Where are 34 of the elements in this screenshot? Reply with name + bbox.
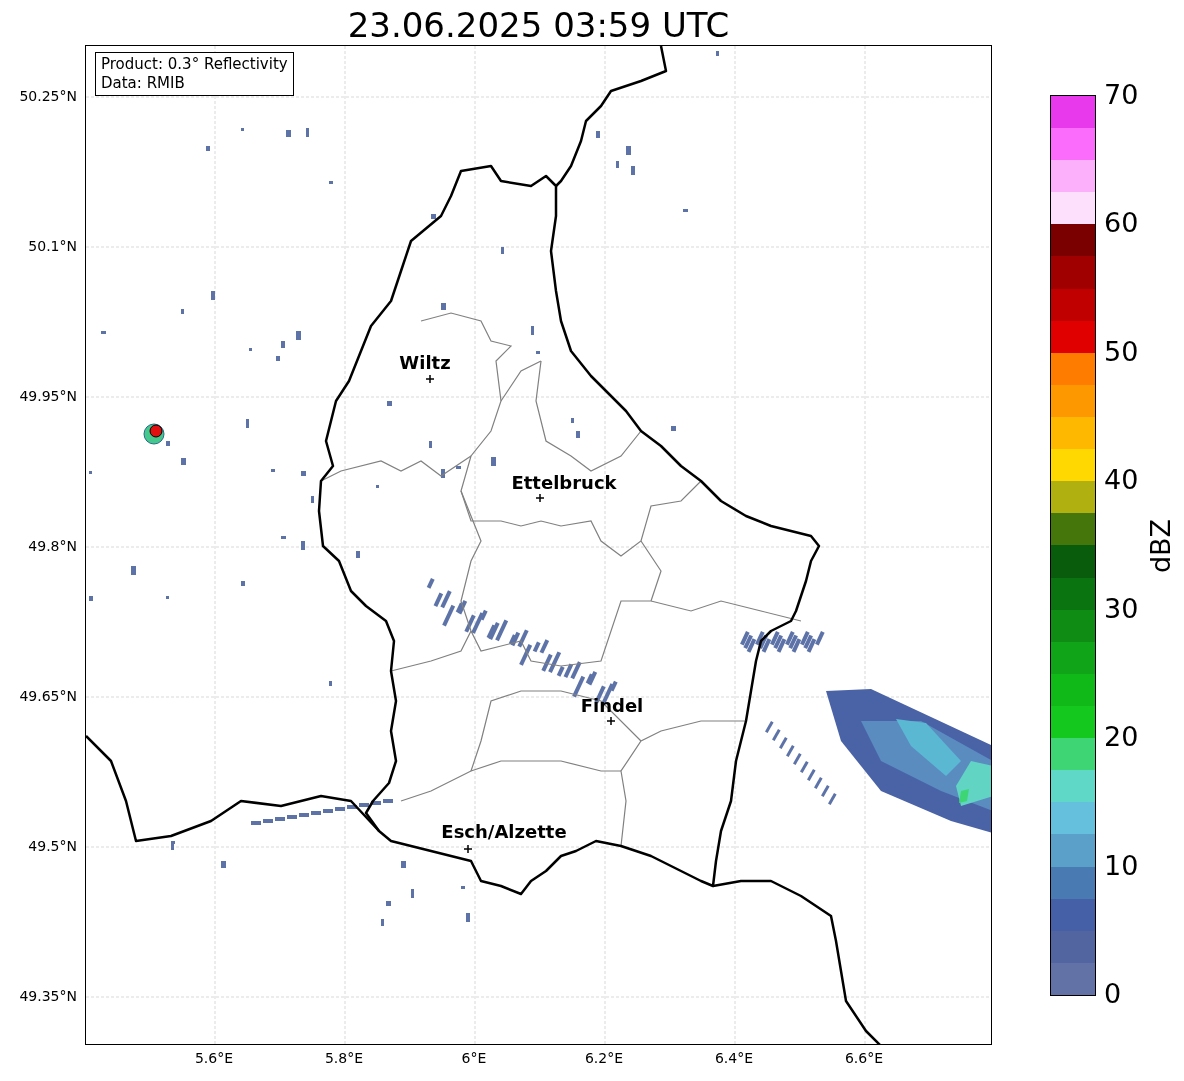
longitude-label: 6°E — [461, 1050, 487, 1066]
scale-tick-label: 20 — [1104, 722, 1139, 753]
latitude-label: 50.25°N — [19, 88, 77, 104]
scale-tick-label: 60 — [1104, 208, 1139, 239]
latitude-label: 49.5°N — [28, 838, 77, 854]
scale-tick-label: 30 — [1104, 593, 1139, 624]
latitude-label: 49.65°N — [19, 688, 77, 704]
city-marker-icon — [535, 493, 545, 503]
latitude-label: 50.1°N — [28, 238, 77, 254]
city-marker-icon — [425, 374, 435, 384]
longitude-label: 5.8°E — [324, 1050, 364, 1066]
chart-title: 23.06.2025 03:59 UTC — [347, 5, 730, 45]
city-marker-icon — [463, 844, 473, 854]
longitude-label: 5.6°E — [194, 1050, 234, 1066]
latitude-label: 49.95°N — [19, 388, 77, 404]
longitude-label: 6.4°E — [714, 1050, 754, 1066]
longitude-label: 6.2°E — [584, 1050, 624, 1066]
city-label: Ettelbruck — [511, 473, 617, 493]
info-line: Data: RMIB — [101, 74, 186, 93]
city-marker-icon — [606, 716, 616, 726]
latitude-label: 49.35°N — [19, 988, 77, 1004]
scale-tick-label: 70 — [1104, 80, 1139, 110]
city-label: Esch/Alzette — [441, 822, 567, 842]
scale-tick-label: 10 — [1104, 850, 1139, 881]
scale-tick-label: 40 — [1104, 465, 1139, 496]
info-line: Product: 0.3° Reflectivity — [101, 55, 288, 74]
radar-site-icon — [143, 423, 165, 445]
scale-tick-label: 0 — [1104, 979, 1122, 1009]
longitude-label: 6.6°E — [844, 1050, 884, 1066]
city-label: Findel — [580, 696, 644, 716]
scale-tick-label: 50 — [1104, 336, 1139, 367]
latitude-label: 49.8°N — [28, 538, 77, 554]
city-label: Wiltz — [399, 353, 451, 373]
scale-unit-label: dBZ — [1146, 518, 1176, 573]
